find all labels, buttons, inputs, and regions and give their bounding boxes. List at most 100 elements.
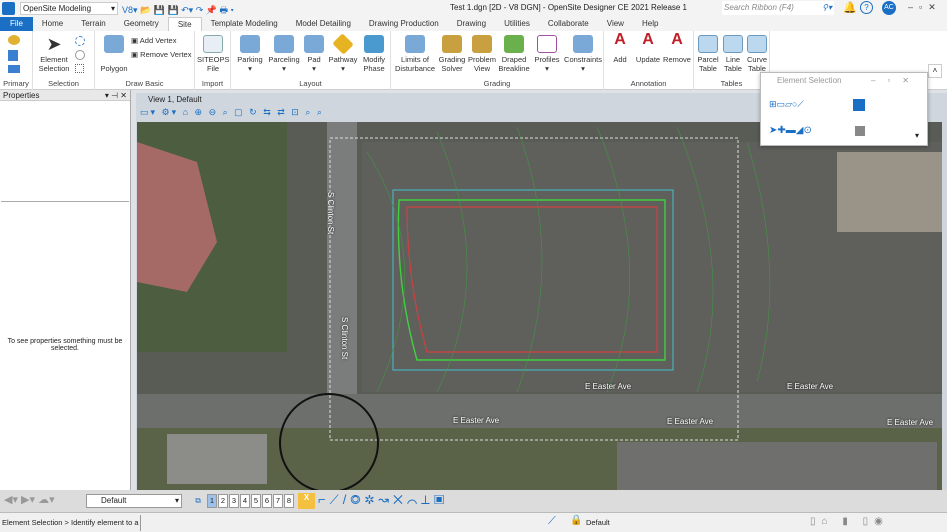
view-groups-icon[interactable]: ⧉	[190, 495, 206, 509]
user-avatar[interactable]: AC	[882, 1, 896, 15]
building-south	[167, 434, 267, 484]
app-logo-icon[interactable]	[2, 2, 15, 15]
element-selection-dialog: Element Selection –▫✕ ⊞▭▱○⟋ ➤✚▬◢⊙ ▾	[760, 72, 928, 146]
street-label: E Easter Ave	[887, 418, 934, 427]
view-1-button[interactable]: 1	[207, 494, 217, 508]
group-primary: Primary	[0, 31, 33, 90]
view-8-button[interactable]: 8	[284, 494, 294, 508]
element-selection-button[interactable]: ➤ Element Selection	[35, 35, 73, 73]
tab-home[interactable]: Home	[33, 17, 72, 31]
workflow-dropdown[interactable]: OpenSite Modeling ▾	[20, 2, 118, 15]
update-annotation-button[interactable]: A Update	[634, 32, 662, 65]
button-label: Line Table	[724, 55, 742, 73]
curve-table-icon	[747, 35, 767, 53]
street-label: S Clinton St	[340, 317, 349, 360]
parcel-table-button[interactable]: Parcel Table	[696, 35, 720, 73]
active-level[interactable]: Default	[586, 518, 610, 527]
button-label: Parking	[237, 55, 263, 64]
tab-file[interactable]: File	[0, 17, 33, 31]
tab-model-detailing[interactable]: Model Detailing	[287, 17, 360, 31]
panel-title: Properties	[3, 91, 40, 100]
remove-annotation-button[interactable]: A Remove	[662, 32, 692, 65]
street-label: E Easter Ave	[453, 416, 500, 425]
view-3-button[interactable]: 3	[229, 494, 239, 508]
tab-drawing-production[interactable]: Drawing Production	[360, 17, 448, 31]
profiles-button[interactable]: Profiles ▾	[532, 35, 562, 73]
snap-off-icon[interactable]: X	[298, 493, 315, 509]
group-import: SITEOPS File Import	[195, 31, 231, 90]
properties-selection-list[interactable]	[1, 102, 129, 202]
navigation-buttons[interactable]: ◀▾ ▶▾ ☁▾	[4, 493, 55, 506]
collapse-ribbon-button[interactable]: ˄	[928, 64, 942, 78]
problem-view-button[interactable]: Problem View	[467, 35, 497, 73]
tab-geometry[interactable]: Geometry	[115, 17, 168, 31]
search-ribbon-input[interactable]: Search Ribbon (F4) ⚲▾	[722, 1, 834, 15]
help-icon[interactable]: ?	[860, 1, 873, 14]
dialog-title: Element Selection	[777, 76, 842, 85]
view-4-button[interactable]: 4	[240, 494, 250, 508]
properties-tool-icon[interactable]	[8, 50, 18, 61]
panel-controls[interactable]: ▾ ⊣ ✕	[105, 90, 127, 101]
view-7-button[interactable]: 7	[273, 494, 283, 508]
selection-mode-tools[interactable]: ➤✚▬◢⊙	[769, 125, 841, 137]
status-prompt: Element Selection > Identify element to …	[2, 518, 139, 527]
clear-selection-icon[interactable]	[853, 99, 865, 111]
map-viewport[interactable]: S Clinton St S Clinton St E Easter Ave E…	[137, 122, 942, 490]
tab-collaborate[interactable]: Collaborate	[539, 17, 598, 31]
grading-solver-button[interactable]: Grading Solver	[437, 35, 467, 73]
tab-view[interactable]: View	[598, 17, 633, 31]
window-controls[interactable]: –▫✕	[908, 2, 942, 13]
parceling-icon	[274, 35, 294, 53]
view-5-button[interactable]: 5	[251, 494, 261, 508]
selection-method-tools[interactable]: ⊞▭▱○⟋	[769, 99, 841, 111]
dialog-window-controls[interactable]: –▫✕	[871, 73, 921, 89]
siteops-file-button[interactable]: SITEOPS File	[197, 35, 230, 73]
constraints-button[interactable]: Constraints ▾	[563, 35, 603, 73]
tab-help[interactable]: Help	[633, 17, 667, 31]
notifications-icon[interactable]: 🔔	[843, 1, 857, 14]
add-vertex-button[interactable]: ▣ Add Vertex	[131, 36, 176, 45]
view-6-button[interactable]: 6	[262, 494, 272, 508]
search-icon: ⚲▾	[822, 3, 832, 12]
element-path-icon[interactable]: ⟋	[548, 515, 556, 528]
group-label: Tables	[720, 79, 743, 88]
select-circle-icon[interactable]	[75, 36, 85, 46]
status-bar: Element Selection > Identify element to …	[0, 512, 947, 532]
view-2-button[interactable]: 2	[218, 494, 228, 508]
lock-icon[interactable]: 🔒	[570, 515, 582, 526]
pad-button[interactable]: Pad ▾	[303, 35, 325, 73]
tab-template-modeling[interactable]: Template Modeling	[202, 17, 287, 31]
parceling-button[interactable]: Parceling ▾	[267, 35, 301, 73]
add-annotation-button[interactable]: A Add	[608, 31, 632, 65]
pathway-button[interactable]: Pathway ▾	[327, 33, 359, 73]
line-table-button[interactable]: Line Table	[721, 35, 745, 73]
status-icons[interactable]: ▯⌂ ▮ ▯◉	[810, 516, 889, 527]
tab-drawing[interactable]: Drawing	[448, 17, 495, 31]
button-label: Add Vertex	[139, 36, 177, 45]
draped-breakline-button[interactable]: Draped Breakline	[497, 35, 531, 73]
info-tool-icon[interactable]	[8, 65, 20, 73]
remove-vertex-button[interactable]: ▣ Remove Vertex	[131, 50, 191, 59]
search-placeholder: Search Ribbon (F4)	[724, 3, 794, 12]
group-tables: Parcel Table Line Table Curve Table Tabl…	[694, 31, 770, 90]
model-dropdown[interactable]: Default ▾	[86, 494, 182, 508]
group-label: Grading	[483, 79, 511, 88]
street-label: E Easter Ave	[667, 417, 714, 426]
polygon-button[interactable]: Polygon	[97, 35, 131, 73]
parking-button[interactable]: Parking ▾	[234, 35, 266, 73]
siteops-file-icon	[203, 35, 223, 53]
annotation-add-icon: A	[614, 31, 626, 48]
limits-of-disturbance-button[interactable]: Limits of Disturbance	[393, 35, 437, 73]
expand-dialog-button[interactable]: ▾	[915, 131, 919, 140]
select-box-icon[interactable]	[75, 64, 84, 73]
tab-site[interactable]: Site	[167, 17, 202, 31]
select-all-icon[interactable]	[855, 126, 865, 136]
group-label: Annotation	[630, 79, 667, 88]
tab-utilities[interactable]: Utilities	[495, 17, 539, 31]
modify-phase-button[interactable]: Modify Phase	[359, 35, 389, 73]
primary-tool-icon[interactable]	[8, 35, 20, 45]
curve-table-button[interactable]: Curve Table	[745, 35, 769, 73]
snap-mode-tools[interactable]: ⌐⟋/◎✲↝✕⌒⊥▣	[318, 492, 448, 508]
tab-terrain[interactable]: Terrain	[72, 17, 114, 31]
select-circle-outline-icon[interactable]	[75, 50, 85, 60]
